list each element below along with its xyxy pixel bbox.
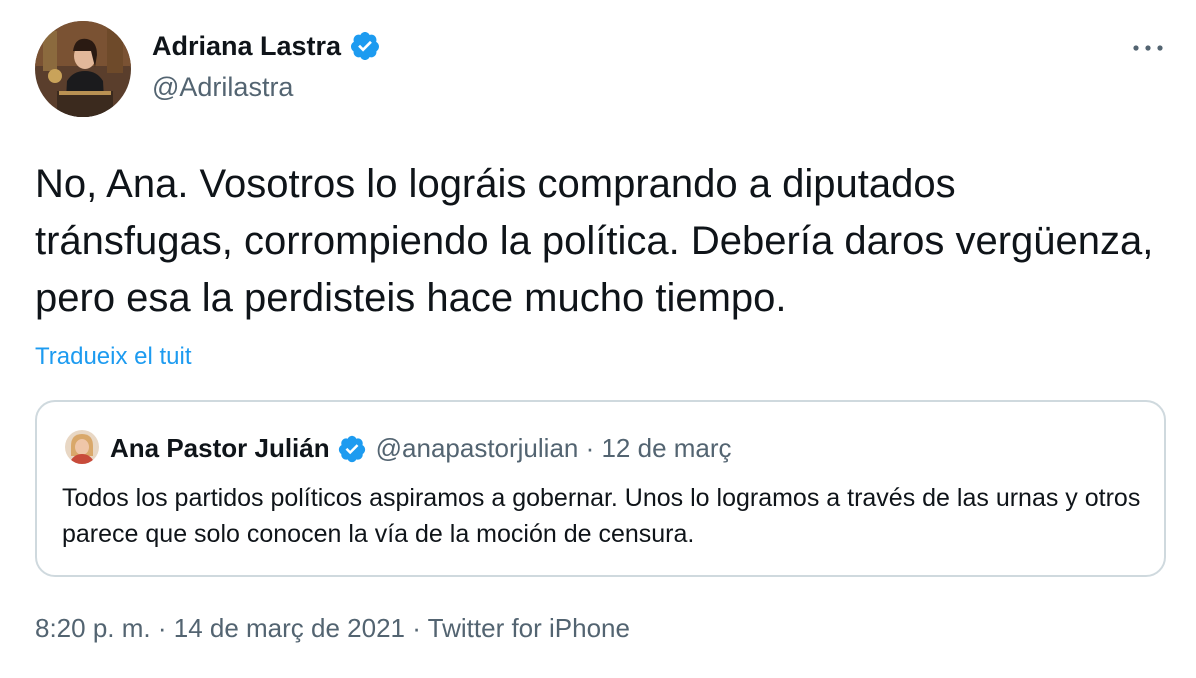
meta-separator: · <box>405 613 428 643</box>
quoted-tweet-text: Todos los partidos políticos aspiramos a… <box>62 484 1141 548</box>
verified-badge-icon <box>337 434 367 464</box>
tweet-metadata: 8:20 p. m. · 14 de març de 2021 · Twitte… <box>35 613 630 644</box>
meta-separator: · <box>150 613 174 643</box>
more-dots-icon <box>1133 45 1163 51</box>
tweet-time[interactable]: 8:20 p. m. <box>35 613 151 643</box>
quoted-author-avatar[interactable] <box>65 430 99 464</box>
author-handle[interactable]: @Adrilastra <box>152 72 293 103</box>
author-avatar[interactable] <box>35 21 131 117</box>
more-options-button[interactable] <box>1130 33 1166 63</box>
verified-badge-icon <box>349 30 381 62</box>
quoted-tweet[interactable]: Ana Pastor Julián @anapastorjulian · 12 … <box>35 400 1166 577</box>
tweet-card: Adriana Lastra @Adrilastra No, Ana. Voso… <box>0 0 1196 678</box>
quoted-author-name[interactable]: Ana Pastor Julián <box>110 433 330 464</box>
author-name-text: Adriana Lastra <box>152 30 342 61</box>
tweet-text: No, Ana. Vosotros lo lográis comprando a… <box>35 162 1154 320</box>
translate-tweet-link[interactable]: Tradueix el tuit <box>35 343 192 371</box>
tweet-source[interactable]: Twitter for iPhone <box>428 613 630 643</box>
quoted-author-line: Ana Pastor Julián @anapastorjulian · 12 … <box>110 433 732 464</box>
author-name[interactable]: Adriana Lastra <box>152 30 381 62</box>
tweet-date[interactable]: 14 de març de 2021 <box>174 613 405 643</box>
quoted-handle-date[interactable]: @anapastorjulian · 12 de març <box>376 433 732 464</box>
